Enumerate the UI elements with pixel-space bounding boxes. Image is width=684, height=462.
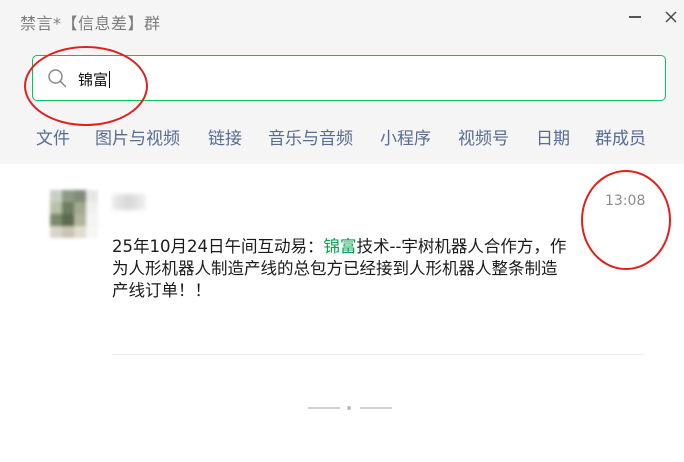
tab-channels[interactable]: 视频号 [458, 124, 509, 149]
message-text[interactable]: 25年10月24日午间互动易：锦富技术--宇树机器人合作方，作为人形机器人制造产… [112, 236, 572, 302]
loading-indicator-right [360, 407, 392, 409]
search-input[interactable]: 锦富 [32, 55, 666, 101]
tab-music-audio[interactable]: 音乐与音频 [268, 124, 353, 149]
tab-date[interactable]: 日期 [536, 124, 570, 149]
minimize-button[interactable] [624, 6, 646, 28]
minimize-icon [629, 16, 641, 18]
avatar[interactable] [50, 190, 98, 238]
sender-name [112, 194, 146, 210]
tab-mini-programs[interactable]: 小程序 [380, 124, 431, 149]
search-highlight: 锦富 [323, 237, 357, 256]
loading-indicator-dot [347, 406, 351, 410]
result-divider [112, 354, 644, 355]
tab-group-members[interactable]: 群成员 [595, 124, 646, 149]
close-icon [665, 11, 677, 23]
tab-files[interactable]: 文件 [36, 124, 70, 149]
loading-indicator-left [308, 407, 340, 409]
message-time: 13:08 [605, 193, 646, 209]
search-icon [48, 69, 67, 88]
search-query[interactable]: 锦富 [78, 69, 111, 90]
annotation-circle-time [581, 170, 671, 270]
tab-images-videos[interactable]: 图片与视频 [95, 124, 180, 149]
window-title: 禁言*【信息差】群 [20, 14, 161, 33]
close-button[interactable] [660, 6, 682, 28]
tab-links[interactable]: 链接 [208, 124, 242, 149]
